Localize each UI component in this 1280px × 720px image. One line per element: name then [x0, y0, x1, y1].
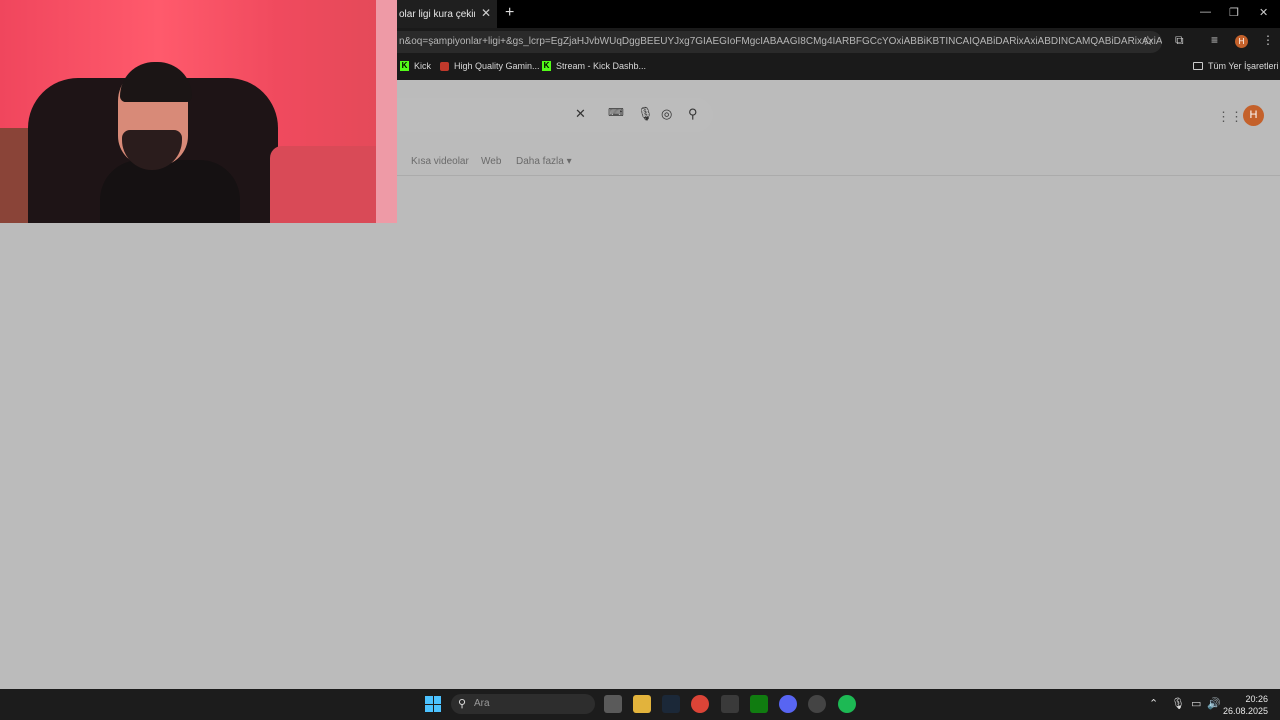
- folder-icon: [1193, 62, 1203, 70]
- person-body: [100, 160, 240, 223]
- search-icon[interactable]: ⚲: [688, 106, 698, 122]
- keyboard-icon[interactable]: ⌨: [608, 106, 624, 119]
- bookmark-kick[interactable]: K Kick: [400, 61, 431, 71]
- microphone-icon[interactable]: 🎙: [637, 106, 654, 122]
- clock-time: 20:26: [1245, 694, 1268, 704]
- file-explorer-icon[interactable]: [633, 695, 651, 713]
- taskbar-search[interactable]: ⚲ Ara: [451, 694, 595, 714]
- chrome-icon[interactable]: [691, 695, 709, 713]
- screen: olar ligi kura çekimi ne ✕ + — ❐ ✕ n&oq=…: [0, 0, 1280, 720]
- search-input[interactable]: ✕ ⌨ 🎙 ◎ ⚲: [397, 98, 713, 132]
- person-hair: [120, 62, 192, 102]
- windows-start-icon[interactable]: [425, 696, 441, 712]
- address-bar[interactable]: n&oq=şampiyonlar+ligi+&gs_lcrp=EgZjaHJvb…: [397, 31, 1162, 53]
- webcam-overlay: [0, 0, 397, 223]
- store-icon[interactable]: [721, 695, 739, 713]
- tab-more-label: Daha fazla: [516, 156, 564, 167]
- minimize-icon[interactable]: —: [1200, 6, 1211, 18]
- clock[interactable]: 20:26 26.08.2025: [1222, 693, 1268, 717]
- xbox-icon[interactable]: [750, 695, 768, 713]
- steam-icon[interactable]: [662, 695, 680, 713]
- account-avatar[interactable]: H: [1243, 105, 1264, 126]
- kick-icon: K: [400, 61, 409, 71]
- bookmark-label: High Quality Gamin...: [454, 61, 540, 71]
- site-icon: [440, 61, 449, 71]
- taskbar-search-placeholder: Ara: [474, 698, 490, 709]
- bookmark-label: Kick: [414, 61, 432, 71]
- clock-date: 26.08.2025: [1222, 706, 1268, 716]
- close-tab-icon[interactable]: ✕: [481, 6, 491, 20]
- profile-icon[interactable]: H: [1235, 35, 1248, 48]
- lens-icon[interactable]: ◎: [661, 106, 672, 122]
- discord-icon[interactable]: [779, 695, 797, 713]
- menu-icon[interactable]: ⋮: [1262, 33, 1274, 47]
- clear-icon[interactable]: ✕: [575, 106, 586, 122]
- restore-icon[interactable]: ❐: [1229, 6, 1239, 19]
- caret-down-icon: ▾: [566, 156, 572, 167]
- close-window-icon[interactable]: ✕: [1259, 6, 1268, 19]
- bookmark-stream-dashboard[interactable]: K Stream - Kick Dashb...: [542, 61, 646, 71]
- network-icon[interactable]: ▭: [1191, 697, 1201, 710]
- browser-tab[interactable]: olar ligi kura çekimi ne ✕: [397, 0, 497, 28]
- bookmark-label: Stream - Kick Dashb...: [556, 61, 647, 71]
- curtain: [376, 0, 397, 223]
- media-control-icon[interactable]: ≡: [1211, 33, 1218, 47]
- task-view-icon[interactable]: [604, 695, 622, 713]
- bed: [270, 146, 380, 223]
- all-bookmarks-label: Tüm Yer İşaretleri: [1208, 61, 1279, 71]
- all-bookmarks-button[interactable]: Tüm Yer İşaretleri: [1193, 61, 1279, 71]
- app-icon[interactable]: [808, 695, 826, 713]
- extensions-icon[interactable]: ⧉: [1175, 33, 1184, 48]
- bookmark-star-icon[interactable]: ☆: [1142, 33, 1154, 49]
- tab-short-videos[interactable]: Kısa videolar: [411, 156, 469, 167]
- search-icon: ⚲: [458, 698, 467, 710]
- spotify-icon[interactable]: [838, 695, 856, 713]
- volume-icon[interactable]: 🔊: [1207, 697, 1221, 710]
- bookmark-high-quality[interactable]: High Quality Gamin...: [440, 61, 540, 71]
- tab-web[interactable]: Web: [481, 156, 501, 167]
- tab-title: olar ligi kura çekimi ne: [399, 8, 475, 20]
- kick-icon: K: [542, 61, 551, 71]
- chevron-up-icon[interactable]: ⌃: [1149, 697, 1158, 710]
- new-tab-button[interactable]: +: [505, 4, 514, 22]
- taskbar: ⚲ Ara ⌃ 🎙 ▭ 🔊 20:26 26.08.2025: [0, 689, 1280, 720]
- microphone-icon[interactable]: 🎙: [1171, 697, 1185, 710]
- tab-more[interactable]: Daha fazla ▾: [516, 156, 572, 167]
